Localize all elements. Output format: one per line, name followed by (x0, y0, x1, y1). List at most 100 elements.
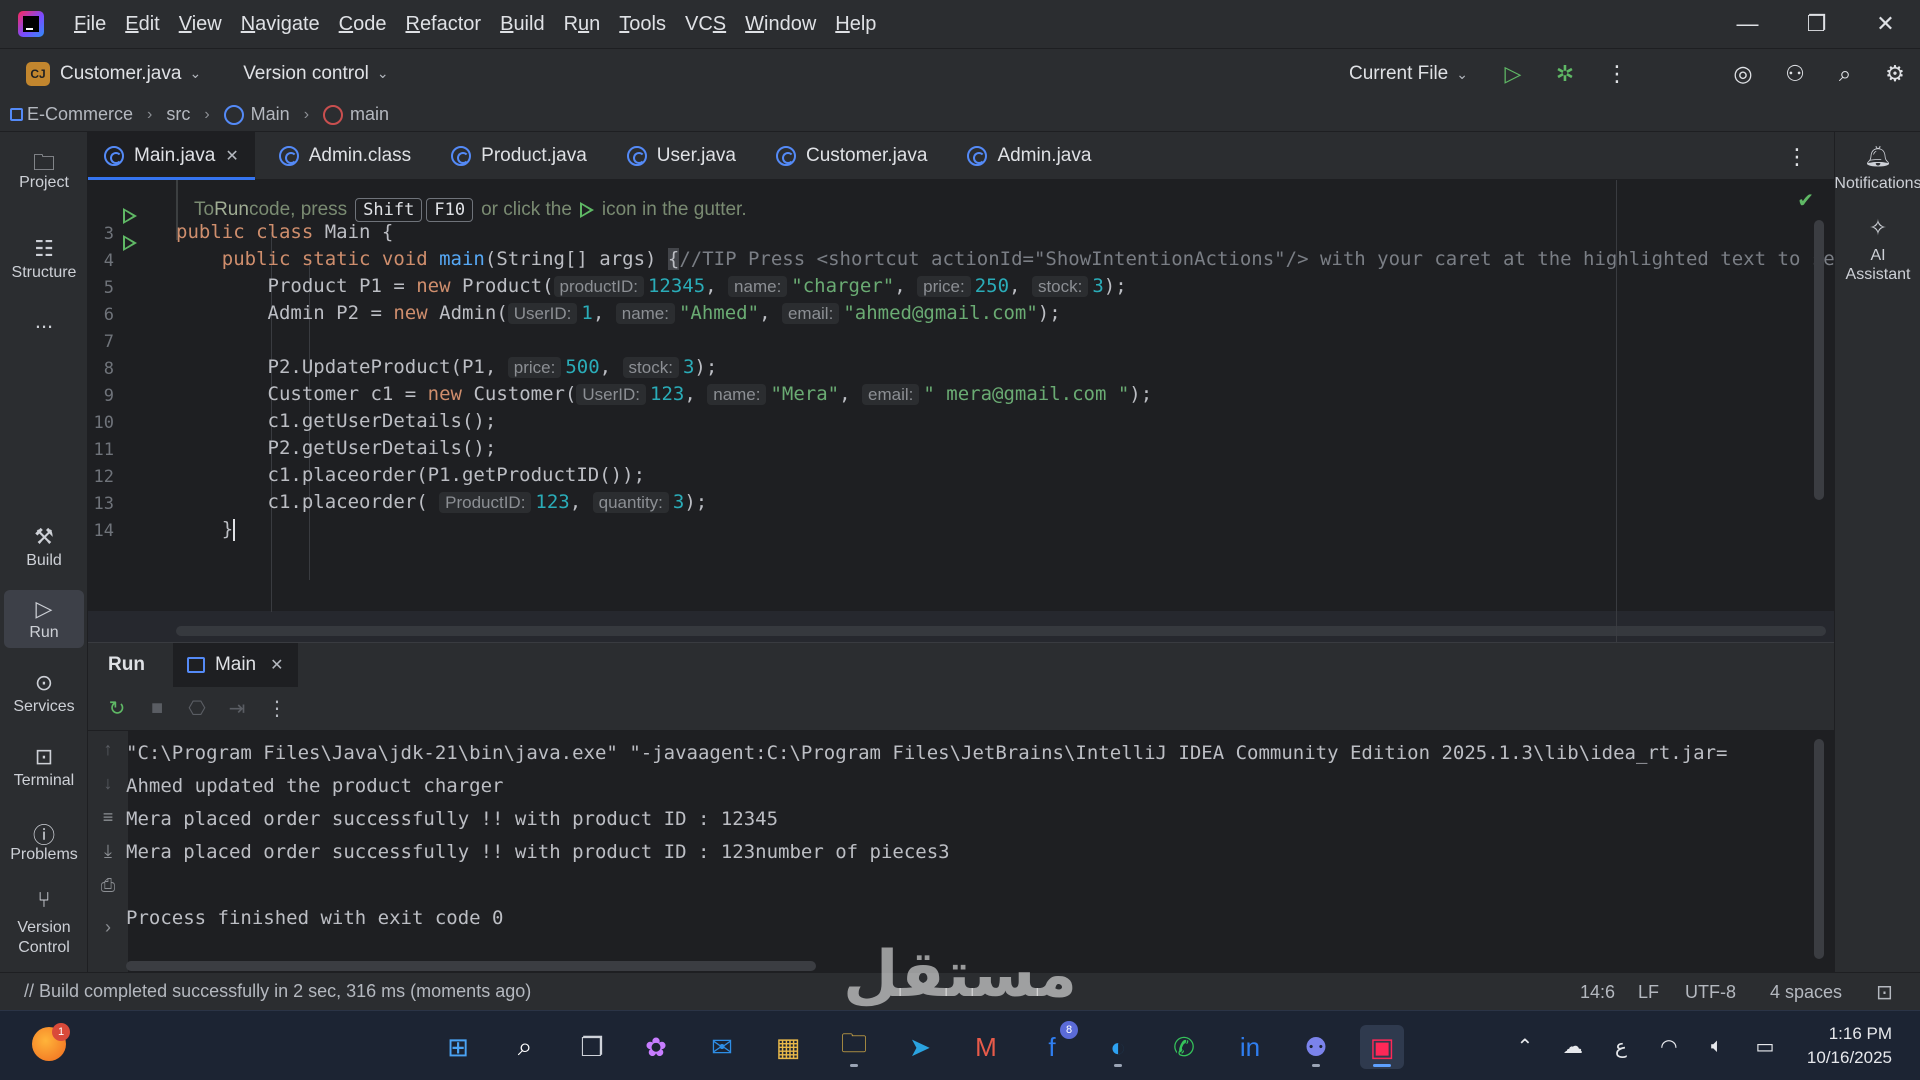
ai-assistant-tool-button[interactable]: ✧ AI Assistant (1835, 218, 1920, 284)
version-control-widget[interactable]: Version control ⌄ (243, 63, 388, 85)
menu-navigate[interactable]: Navigate (241, 13, 320, 36)
stop-icon[interactable]: ■ (142, 694, 172, 724)
structure-tool-button[interactable]: ☷ Structure (4, 236, 84, 282)
status-message[interactable]: // Build completed successfully in 2 sec… (24, 981, 531, 1002)
run-configuration-selector[interactable]: Current File ⌄ (1349, 49, 1468, 99)
camera-icon[interactable]: ⎔ (182, 694, 212, 724)
file-explorer-icon[interactable]: 🗀 (832, 1025, 876, 1069)
clock[interactable]: 1:16 PM 10/16/2025 (1807, 1022, 1892, 1070)
telegram-icon[interactable]: ➤ (898, 1025, 942, 1069)
caret-position[interactable]: 14:6 (1580, 973, 1615, 1011)
wifi-icon[interactable]: ◠ (1653, 1034, 1685, 1059)
volume-icon[interactable]: 🔈︎ (1701, 1035, 1733, 1058)
more-actions-icon[interactable]: ⋮ (1602, 59, 1632, 89)
console-vertical-scrollbar[interactable] (1814, 739, 1824, 959)
line-separator[interactable]: LF (1638, 973, 1659, 1011)
menu-code[interactable]: Code (339, 13, 387, 36)
menu-tools[interactable]: Tools (619, 13, 666, 36)
windows-start-icon[interactable]: ⊞ (436, 1025, 480, 1069)
close-window-button[interactable]: ✕ (1851, 0, 1920, 48)
restore-button[interactable]: ❐ (1782, 0, 1851, 48)
search-icon[interactable]: ⌕ (503, 1025, 547, 1069)
onedrive-icon[interactable]: ☁ (1557, 1034, 1589, 1059)
menu-build[interactable]: Build (500, 13, 544, 36)
menu-edit[interactable]: Edit (125, 13, 159, 36)
task-view-icon[interactable]: ❐ (570, 1025, 614, 1069)
tab-customer-java[interactable]: Customer.java (760, 132, 943, 180)
gear-icon[interactable]: ⚙ (1880, 59, 1910, 89)
editor-vertical-scrollbar[interactable] (1814, 220, 1824, 500)
more-actions-icon[interactable]: ⋮ (262, 694, 292, 724)
edge-icon[interactable]: ◐ (1096, 1025, 1140, 1069)
breadcrumb-folder[interactable]: src (166, 104, 190, 125)
menu-run[interactable]: Run (564, 13, 601, 36)
tab-admin-java[interactable]: Admin.java (951, 132, 1107, 180)
chevron-up-icon[interactable]: ⌃ (1509, 1034, 1541, 1059)
arrow-up-icon[interactable]: ↑ (88, 739, 128, 760)
code-text: (String[] args) (484, 248, 668, 270)
lock-icon[interactable]: ⊡ (1876, 973, 1893, 1011)
teams-icon[interactable]: ⚉ (1294, 1025, 1338, 1069)
close-icon[interactable]: ✕ (225, 146, 238, 166)
more-tools-button[interactable]: ... (4, 308, 84, 334)
intellij-logo-icon[interactable] (18, 11, 44, 37)
run-icon[interactable]: ▷ (1498, 59, 1528, 89)
intellij-taskbar-icon[interactable]: ▣ (1360, 1025, 1404, 1069)
weather-widget-icon[interactable]: 1 (32, 1023, 70, 1061)
copilot-icon[interactable]: ✿ (634, 1025, 678, 1069)
menu-window[interactable]: Window (745, 13, 816, 36)
console-horizontal-scrollbar[interactable] (126, 961, 816, 971)
battery-icon[interactable]: ▭ (1749, 1034, 1781, 1059)
print-icon[interactable]: ⎙ (88, 875, 128, 896)
menu-view[interactable]: View (179, 13, 222, 36)
microsoft-store-icon[interactable]: ▦ (766, 1025, 810, 1069)
menu-refactor[interactable]: Refactor (405, 13, 481, 36)
notifications-tool-button[interactable]: 🔔︎ Notifications (1835, 146, 1920, 193)
build-tool-button[interactable]: ⚒ Build (4, 524, 84, 570)
code-editor[interactable]: ✔ To Run code, press Shift F10 or click … (88, 180, 1834, 642)
breadcrumb-method[interactable]: main (350, 104, 389, 125)
linkedin-icon[interactable]: in (1228, 1025, 1272, 1069)
services-tool-button[interactable]: ⊙ Services (4, 670, 84, 716)
menu-file[interactable]: File (74, 13, 106, 36)
version-control-tool-button[interactable]: ⑂ Version Control (4, 889, 84, 958)
menu-vcs[interactable]: VCS (685, 13, 726, 36)
debug-icon[interactable]: ✲ (1550, 59, 1580, 89)
search-icon[interactable]: ⌕ (1830, 59, 1860, 89)
project-widget[interactable]: CJ Customer.java ⌄ (26, 61, 201, 86)
tab-main-java[interactable]: Main.java ✕ (88, 131, 255, 180)
menu-help[interactable]: Help (835, 13, 876, 36)
tab-admin-class[interactable]: Admin.class (263, 132, 427, 180)
run-tab-main[interactable]: Main ✕ (172, 643, 298, 687)
run-tool-button[interactable]: ▷ Run (4, 590, 84, 648)
add-user-icon[interactable]: ⚇ (1780, 59, 1810, 89)
terminal-tool-button[interactable]: ⊡ Terminal (4, 744, 84, 790)
run-gutter-icon[interactable] (123, 235, 137, 251)
project-tool-button[interactable]: 🗀 Project (4, 146, 84, 192)
file-encoding[interactable]: UTF-8 (1685, 973, 1736, 1011)
rerun-icon[interactable]: ↻ (102, 694, 132, 724)
minimize-button[interactable]: — (1713, 0, 1782, 48)
more-tabs-icon[interactable]: ⋮ (1786, 144, 1808, 170)
outlook-icon[interactable]: ✉ (700, 1025, 744, 1069)
tab-user-java[interactable]: User.java (611, 132, 752, 180)
chevron-right-icon[interactable]: › (88, 917, 128, 938)
problems-tool-button[interactable]: ⓘ Problems (4, 818, 84, 864)
scroll-to-end-icon[interactable]: ⤓ (88, 841, 128, 862)
code-with-me-icon[interactable]: ◎ (1728, 59, 1758, 89)
run-gutter-icon[interactable] (123, 208, 137, 224)
breadcrumb-class[interactable]: Main (251, 104, 290, 125)
facebook-icon[interactable]: f8 (1030, 1021, 1078, 1069)
gmail-icon[interactable]: M (964, 1025, 1008, 1069)
whatsapp-icon[interactable]: ✆ (1162, 1025, 1206, 1069)
exit-icon[interactable]: ⇥ (222, 694, 252, 724)
tab-product-java[interactable]: Product.java (435, 132, 603, 180)
breadcrumb-module[interactable]: E-Commerce (27, 104, 133, 125)
language-indicator[interactable]: ع (1605, 1034, 1637, 1059)
close-icon[interactable]: ✕ (270, 655, 283, 675)
soft-wrap-icon[interactable]: ≡ (88, 807, 128, 828)
arrow-down-icon[interactable]: ↓ (88, 773, 128, 794)
console-output[interactable]: "C:\Program Files\Java\jdk-21\bin\java.e… (126, 737, 1816, 937)
editor-horizontal-scrollbar[interactable] (176, 626, 1826, 636)
indent-settings[interactable]: 4 spaces (1770, 973, 1842, 1011)
